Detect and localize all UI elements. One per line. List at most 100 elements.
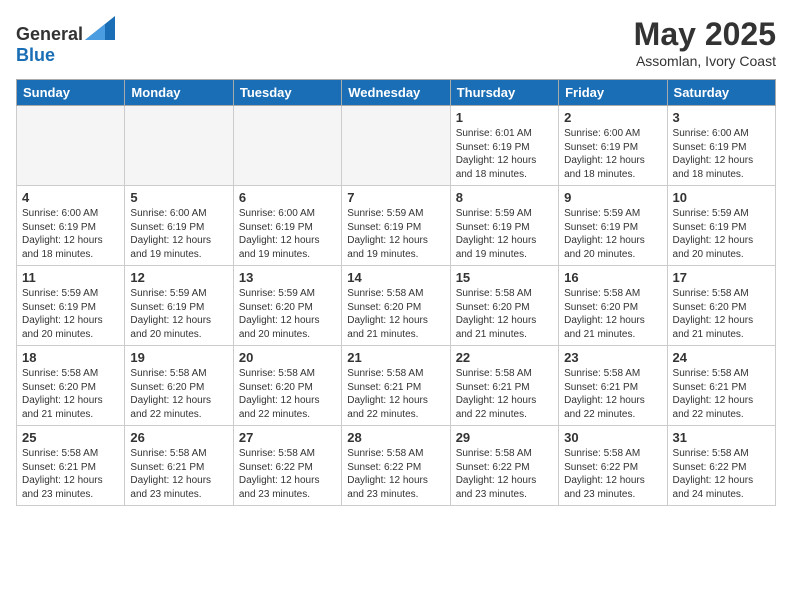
calendar-body: 1 Sunrise: 6:01 AM Sunset: 6:19 PM Daylig… — [17, 106, 776, 506]
day-info: Sunrise: 5:59 AM Sunset: 6:20 PM Dayligh… — [239, 287, 336, 341]
calendar-cell: 26 Sunrise: 5:58 AM Sunset: 6:21 PM Dayli… — [125, 426, 233, 506]
week-row-5: 25 Sunrise: 5:58 AM Sunset: 6:21 PM Dayli… — [17, 426, 776, 506]
day-number: 7 — [347, 190, 444, 205]
day-info: Sunrise: 5:58 AM Sunset: 6:20 PM Dayligh… — [347, 287, 444, 341]
weekday-saturday: Saturday — [667, 80, 775, 106]
day-info: Sunrise: 5:58 AM Sunset: 6:21 PM Dayligh… — [130, 447, 227, 501]
day-number: 28 — [347, 430, 444, 445]
day-number: 19 — [130, 350, 227, 365]
day-info: Sunrise: 5:58 AM Sunset: 6:22 PM Dayligh… — [564, 447, 661, 501]
week-row-3: 11 Sunrise: 5:59 AM Sunset: 6:19 PM Dayli… — [17, 266, 776, 346]
day-number: 13 — [239, 270, 336, 285]
calendar-cell: 2Sunrise: 6:00 AM Sunset: 6:19 PM Daylig… — [559, 106, 667, 186]
calendar-cell: 15 Sunrise: 5:58 AM Sunset: 6:20 PM Dayli… — [450, 266, 558, 346]
day-number: 5 — [130, 190, 227, 205]
title-block: May 2025 Assomlan, Ivory Coast — [634, 16, 776, 69]
calendar-cell: 13 Sunrise: 5:59 AM Sunset: 6:20 PM Dayli… — [233, 266, 341, 346]
calendar-cell: 20 Sunrise: 5:58 AM Sunset: 6:20 PM Dayli… — [233, 346, 341, 426]
calendar-cell: 18Sunrise: 5:58 AM Sunset: 6:20 PM Dayli… — [17, 346, 125, 426]
day-number: 11 — [22, 270, 119, 285]
day-number: 8 — [456, 190, 553, 205]
calendar-cell: 11 Sunrise: 5:59 AM Sunset: 6:19 PM Dayli… — [17, 266, 125, 346]
calendar-cell — [342, 106, 450, 186]
day-info: Sunrise: 5:58 AM Sunset: 6:21 PM Dayligh… — [347, 367, 444, 421]
day-number: 9 — [564, 190, 661, 205]
day-info: Sunrise: 5:58 AM Sunset: 6:20 PM Dayligh… — [130, 367, 227, 421]
logo-general: General — [16, 24, 83, 44]
calendar-cell: 27 Sunrise: 5:58 AM Sunset: 6:22 PM Dayli… — [233, 426, 341, 506]
calendar-cell: 8 Sunrise: 5:59 AM Sunset: 6:19 PM Daylig… — [450, 186, 558, 266]
day-number: 12 — [130, 270, 227, 285]
calendar-cell: 19 Sunrise: 5:58 AM Sunset: 6:20 PM Dayli… — [125, 346, 233, 426]
day-number: 4 — [22, 190, 119, 205]
day-number: 22 — [456, 350, 553, 365]
day-number: 15 — [456, 270, 553, 285]
day-info: Sunrise: 5:59 AM Sunset: 6:19 PM Dayligh… — [673, 207, 770, 261]
calendar-cell: 31 Sunrise: 5:58 AM Sunset: 6:22 PM Dayli… — [667, 426, 775, 506]
calendar-cell: 22 Sunrise: 5:58 AM Sunset: 6:21 PM Dayli… — [450, 346, 558, 426]
calendar-cell: 10 Sunrise: 5:59 AM Sunset: 6:19 PM Dayli… — [667, 186, 775, 266]
month-title: May 2025 — [634, 16, 776, 53]
day-info: Sunrise: 5:58 AM Sunset: 6:22 PM Dayligh… — [239, 447, 336, 501]
weekday-thursday: Thursday — [450, 80, 558, 106]
day-info: Sunrise: 5:58 AM Sunset: 6:22 PM Dayligh… — [347, 447, 444, 501]
day-info: Sunrise: 5:59 AM Sunset: 6:19 PM Dayligh… — [347, 207, 444, 261]
day-number: 16 — [564, 270, 661, 285]
weekday-sunday: Sunday — [17, 80, 125, 106]
week-row-1: 1 Sunrise: 6:01 AM Sunset: 6:19 PM Daylig… — [17, 106, 776, 186]
weekday-tuesday: Tuesday — [233, 80, 341, 106]
day-number: 26 — [130, 430, 227, 445]
calendar-cell: 21Sunrise: 5:58 AM Sunset: 6:21 PM Dayli… — [342, 346, 450, 426]
weekday-friday: Friday — [559, 80, 667, 106]
weekday-header-row: SundayMondayTuesdayWednesdayThursdayFrid… — [17, 80, 776, 106]
day-info: Sunrise: 5:58 AM Sunset: 6:21 PM Dayligh… — [564, 367, 661, 421]
day-info: Sunrise: 6:00 AM Sunset: 6:19 PM Dayligh… — [239, 207, 336, 261]
day-info: Sunrise: 5:58 AM Sunset: 6:20 PM Dayligh… — [456, 287, 553, 341]
day-info: Sunrise: 5:59 AM Sunset: 6:19 PM Dayligh… — [564, 207, 661, 261]
logo-blue: Blue — [16, 45, 55, 65]
logo-icon — [85, 16, 115, 40]
day-info: Sunrise: 6:00 AM Sunset: 6:19 PM Dayligh… — [673, 127, 770, 181]
calendar-cell: 29 Sunrise: 5:58 AM Sunset: 6:22 PM Dayli… — [450, 426, 558, 506]
calendar-cell: 1 Sunrise: 6:01 AM Sunset: 6:19 PM Daylig… — [450, 106, 558, 186]
day-number: 10 — [673, 190, 770, 205]
weekday-wednesday: Wednesday — [342, 80, 450, 106]
calendar-cell: 14 Sunrise: 5:58 AM Sunset: 6:20 PM Dayli… — [342, 266, 450, 346]
calendar-cell: 28 Sunrise: 5:58 AM Sunset: 6:22 PM Dayli… — [342, 426, 450, 506]
day-number: 1 — [456, 110, 553, 125]
calendar-cell: 16 Sunrise: 5:58 AM Sunset: 6:20 PM Dayli… — [559, 266, 667, 346]
day-number: 3 — [673, 110, 770, 125]
day-number: 17 — [673, 270, 770, 285]
day-number: 24 — [673, 350, 770, 365]
day-info: Sunrise: 5:58 AM Sunset: 6:22 PM Dayligh… — [456, 447, 553, 501]
day-info: Sunrise: 5:58 AM Sunset: 6:22 PM Dayligh… — [673, 447, 770, 501]
calendar-cell: 25Sunrise: 5:58 AM Sunset: 6:21 PM Dayli… — [17, 426, 125, 506]
day-number: 6 — [239, 190, 336, 205]
day-info: Sunrise: 5:58 AM Sunset: 6:20 PM Dayligh… — [239, 367, 336, 421]
day-number: 27 — [239, 430, 336, 445]
calendar-cell: 30Sunrise: 5:58 AM Sunset: 6:22 PM Dayli… — [559, 426, 667, 506]
day-number: 31 — [673, 430, 770, 445]
day-number: 18 — [22, 350, 119, 365]
calendar-cell: 9 Sunrise: 5:59 AM Sunset: 6:19 PM Daylig… — [559, 186, 667, 266]
day-info: Sunrise: 5:58 AM Sunset: 6:20 PM Dayligh… — [673, 287, 770, 341]
day-info: Sunrise: 5:58 AM Sunset: 6:21 PM Dayligh… — [456, 367, 553, 421]
day-number: 20 — [239, 350, 336, 365]
day-info: Sunrise: 6:01 AM Sunset: 6:19 PM Dayligh… — [456, 127, 553, 181]
calendar-cell: 5 Sunrise: 6:00 AM Sunset: 6:19 PM Daylig… — [125, 186, 233, 266]
calendar-cell: 7 Sunrise: 5:59 AM Sunset: 6:19 PM Daylig… — [342, 186, 450, 266]
day-number: 29 — [456, 430, 553, 445]
calendar-cell — [17, 106, 125, 186]
calendar-cell: 12Sunrise: 5:59 AM Sunset: 6:19 PM Dayli… — [125, 266, 233, 346]
day-info: Sunrise: 5:59 AM Sunset: 6:19 PM Dayligh… — [22, 287, 119, 341]
day-info: Sunrise: 5:58 AM Sunset: 6:21 PM Dayligh… — [673, 367, 770, 421]
day-info: Sunrise: 6:00 AM Sunset: 6:19 PM Dayligh… — [130, 207, 227, 261]
day-number: 25 — [22, 430, 119, 445]
day-number: 2 — [564, 110, 661, 125]
day-number: 23 — [564, 350, 661, 365]
weekday-monday: Monday — [125, 80, 233, 106]
week-row-2: 4 Sunrise: 6:00 AM Sunset: 6:19 PM Daylig… — [17, 186, 776, 266]
day-number: 14 — [347, 270, 444, 285]
day-info: Sunrise: 5:59 AM Sunset: 6:19 PM Dayligh… — [456, 207, 553, 261]
day-info: Sunrise: 5:58 AM Sunset: 6:20 PM Dayligh… — [564, 287, 661, 341]
